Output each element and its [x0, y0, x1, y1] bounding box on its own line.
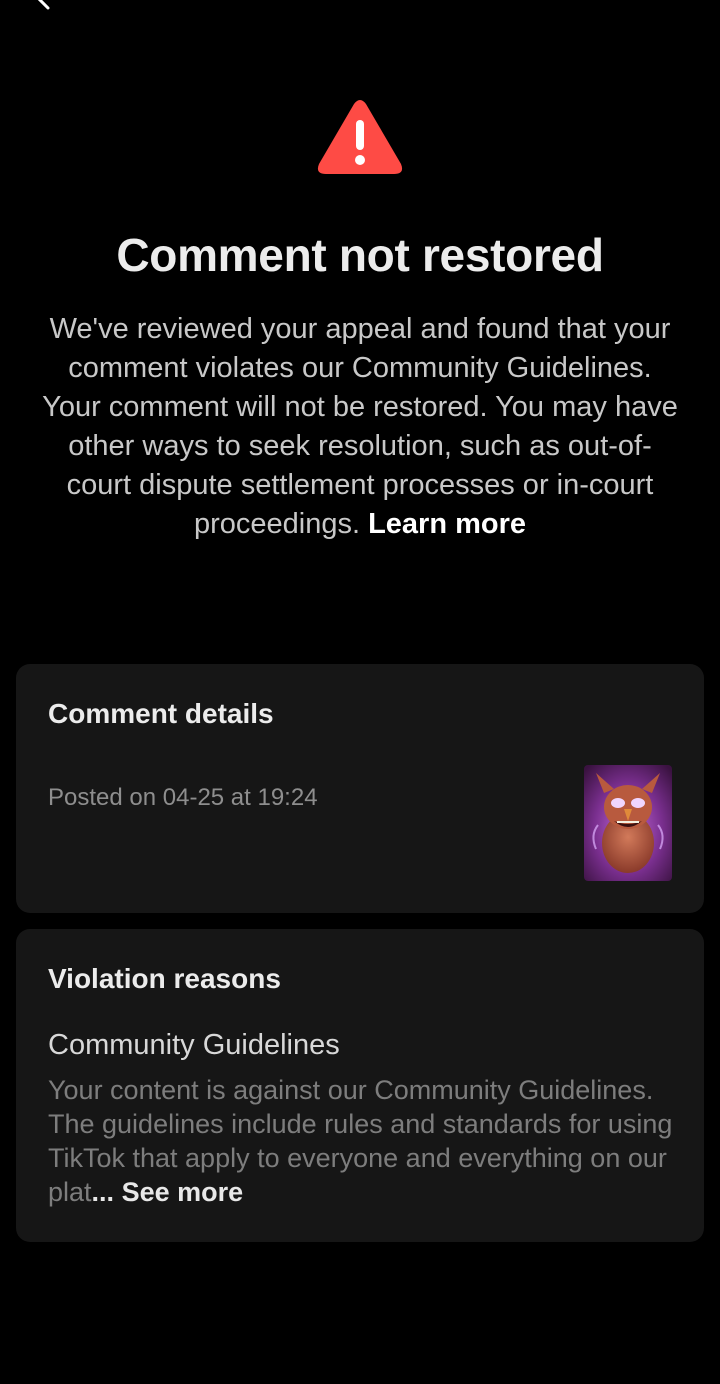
back-button[interactable] [32, 0, 56, 10]
violation-reasons-title: Violation reasons [48, 963, 281, 994]
posted-timestamp: Posted on 04-25 at 19:24 [48, 784, 318, 811]
reason-description: Your content is against our Community Gu… [48, 1073, 678, 1209]
comment-details-card: Comment details Posted on 04-25 at 19:24 [16, 664, 704, 913]
reason-ellipsis: ... [91, 1177, 115, 1207]
violation-reasons-card: Violation reasons Community Guidelines Y… [16, 929, 704, 1242]
description-text: We've reviewed your appeal and found tha… [42, 313, 678, 540]
reason-title: Community Guidelines [48, 1029, 340, 1061]
page-title: Comment not restored [116, 229, 604, 281]
comment-details-title: Comment details [48, 698, 274, 729]
video-thumbnail[interactable] [584, 765, 672, 881]
appeal-description: We've reviewed your appeal and found tha… [40, 310, 680, 544]
learn-more-link[interactable]: Learn more [368, 508, 526, 540]
see-more-link[interactable]: See more [122, 1177, 244, 1207]
chevron-left-icon [37, 0, 50, 10]
warning-triangle-icon [316, 98, 404, 176]
